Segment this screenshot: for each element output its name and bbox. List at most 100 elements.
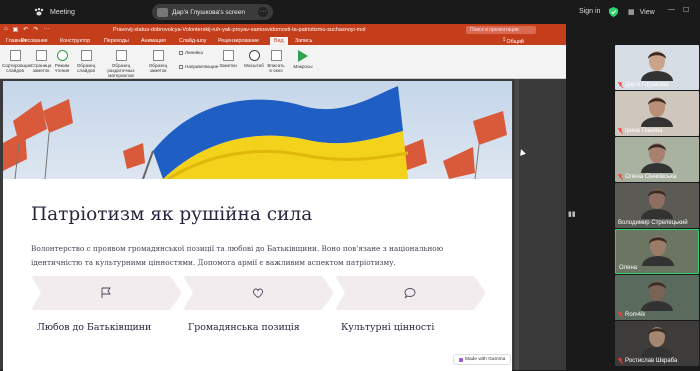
zoom-label: Масштаб <box>244 63 264 68</box>
slide-description: Волонтерство с проявом громадянської поз… <box>31 244 444 267</box>
shield-check-icon[interactable] <box>609 7 618 17</box>
guides-label: Направляющие <box>185 64 219 69</box>
gamma-badge[interactable]: Made with Gamma <box>453 354 512 365</box>
gamma-badge-label: Made with Gamma <box>465 356 506 362</box>
menu-slideshow[interactable]: Слайд-шоу <box>179 38 206 44</box>
chat-icon <box>404 288 416 299</box>
fit-window-label: Вписать в окно <box>267 63 285 73</box>
window-controls: — ☐ <box>668 6 689 14</box>
sign-in-link[interactable]: Sign in <box>579 8 600 15</box>
share-label: Дар'я Глушкова's screen <box>172 8 245 16</box>
muted-mic-icon <box>618 128 623 134</box>
meeting-label: Meeting <box>50 8 75 16</box>
step-label-2: Громадянська позиція <box>188 322 300 333</box>
participant-name: Дар'я Глушкова <box>625 82 669 88</box>
participant-name: Олена Сіняківська <box>625 174 677 180</box>
home-icon[interactable]: ⌂ <box>4 26 8 33</box>
ukraine-flags-image <box>3 81 512 179</box>
notes-master-icon <box>152 50 164 61</box>
notes-icon <box>222 50 234 61</box>
shared-screen: ⌂ ▣ ↶ ↷ ··· Pravovij-status-dobrovolcya-… <box>0 24 566 371</box>
share-button[interactable]: ⇪ Общий доступ <box>502 37 524 51</box>
maximize-icon[interactable]: ☐ <box>683 6 689 14</box>
participant-video <box>641 189 673 219</box>
play-icon <box>298 50 308 62</box>
participant-name: Rom4ik <box>625 312 646 318</box>
minimize-icon[interactable]: — <box>668 6 675 14</box>
slide-sorter-icon <box>9 50 21 61</box>
more-icon[interactable]: ··· <box>43 26 49 33</box>
zoom-button[interactable]: Масштаб <box>243 50 265 68</box>
participant-video <box>641 51 673 81</box>
save-icon[interactable]: ▣ <box>13 26 19 33</box>
menu-view[interactable]: Вид <box>270 37 288 45</box>
view-grid-icon: ▦ <box>628 9 635 16</box>
search-box[interactable]: Поиск в презентации <box>466 26 536 34</box>
undo-icon[interactable]: ↶ <box>23 26 28 33</box>
participant-name: Ірина Панова <box>625 128 663 134</box>
view-label: View <box>639 8 655 16</box>
reading-view-label: Режим чтения <box>54 63 70 73</box>
menu-review[interactable]: Рецензирование <box>218 38 259 44</box>
slide: Патріотизм як рушійна сила Волонтерство … <box>3 81 512 371</box>
reading-view-button[interactable]: Режим чтения <box>53 50 71 73</box>
menu-design[interactable]: Конструктор <box>60 38 90 44</box>
ruler-checkbox[interactable]: Линейка <box>179 50 203 55</box>
meeting-indicator[interactable]: Meeting <box>34 8 75 16</box>
participant-video <box>642 236 674 266</box>
participant-tile[interactable]: Ростислав Шкраба <box>615 321 699 366</box>
participant-tile[interactable]: Ірина Панова <box>615 91 699 136</box>
participant-name-row: Олена <box>619 265 637 271</box>
more-options-icon[interactable]: ··· <box>258 7 268 17</box>
participant-name-row: Дар'я Глушкова <box>618 82 669 88</box>
mouse-cursor-icon <box>518 148 526 156</box>
participant-tile[interactable]: Олена Сіняківська <box>615 137 699 182</box>
handout-master-label: Образец раздаточных материалов <box>107 63 135 78</box>
quick-access-toolbar: ⌂ ▣ ↶ ↷ ··· <box>4 26 49 33</box>
notes-button[interactable]: Заметки <box>218 50 238 68</box>
menu-record[interactable]: Запись <box>295 38 312 44</box>
macros-button[interactable]: Макросы <box>291 50 315 69</box>
participant-name: Олена <box>619 265 638 271</box>
notes-master-button[interactable]: Образец заметок <box>146 50 170 73</box>
participant-name-row: Володимир Стрелецький <box>618 220 688 226</box>
participant-tile[interactable]: Rom4ik <box>615 275 699 320</box>
step-label-3: Культурні цінності <box>341 322 435 333</box>
view-menu[interactable]: ▦ View <box>628 8 655 17</box>
participant-name: Володимир Стрелецький <box>618 220 688 226</box>
handout-master-button[interactable]: Образец раздаточных материалов <box>98 50 144 78</box>
slide-sorter-button[interactable]: Сортировщик слайдов <box>2 50 31 73</box>
guides-checkbox[interactable]: Направляющие <box>179 64 218 69</box>
slide-sorter-label: Сортировщик слайдов <box>2 63 31 73</box>
redo-icon[interactable]: ↷ <box>33 26 38 33</box>
handout-master-icon <box>115 50 127 61</box>
participant-name-row: Rom4ik <box>618 312 645 318</box>
zoom-top-bar: Meeting Дар'я Глушкова's screen ··· Sign… <box>0 0 700 24</box>
participant-video <box>641 281 673 311</box>
ruler-checkbox-box <box>179 50 183 55</box>
participant-video <box>641 327 673 357</box>
slide-master-button[interactable]: Образец слайдов <box>76 50 96 73</box>
gallery-scroll-control[interactable]: ▮▮ <box>568 210 576 230</box>
notes-page-icon <box>35 50 47 61</box>
powerpoint-titlebar: ⌂ ▣ ↶ ↷ ··· Pravovij-status-dobrovolcya-… <box>0 24 566 36</box>
vertical-scrollbar[interactable] <box>515 79 519 370</box>
fit-window-button[interactable]: Вписать в окно <box>266 50 286 73</box>
participant-tile[interactable]: Дар'я Глушкова <box>615 45 699 90</box>
participant-name-row: Ростислав Шкраба <box>618 358 677 364</box>
screen-share-indicator[interactable]: Дар'я Глушкова's screen ··· <box>152 4 273 20</box>
participant-tile[interactable]: Володимир Стрелецький <box>615 183 699 228</box>
menu-animation[interactable]: Анимация <box>141 38 166 44</box>
menu-transitions[interactable]: Переходы <box>104 38 129 44</box>
flag-icon <box>101 287 111 298</box>
slide-stage: Патріотизм як рушійна сила Волонтерство … <box>0 79 566 371</box>
magnifier-icon <box>248 50 260 61</box>
gamma-logo-icon <box>459 357 463 362</box>
view-ribbon: Сортировщик слайдов Страница заметок Реж… <box>0 45 566 79</box>
participant-name-row: Олена Сіняківська <box>618 174 676 180</box>
notes-page-button[interactable]: Страница заметок <box>30 50 52 73</box>
reading-view-icon <box>56 50 68 61</box>
participant-video <box>641 97 673 127</box>
participant-tile[interactable]: Олена <box>615 229 699 274</box>
menu-draw[interactable]: Рисование <box>21 38 48 44</box>
